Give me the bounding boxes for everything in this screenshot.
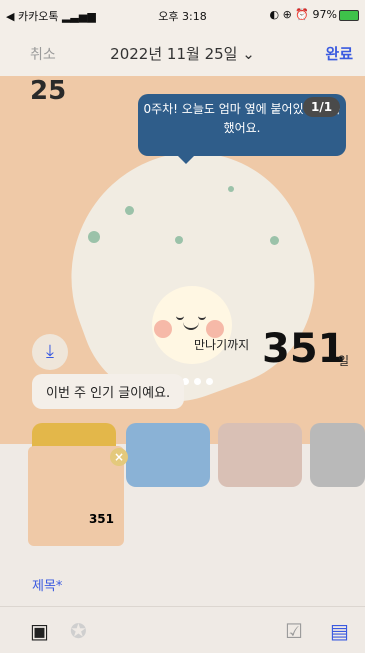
battery-icon bbox=[339, 9, 359, 21]
remove-attachment-button[interactable]: × bbox=[110, 448, 128, 466]
attached-image-preview[interactable]: 351 bbox=[28, 446, 124, 546]
cheek bbox=[154, 320, 172, 338]
page-indicator: 1/1 bbox=[303, 97, 341, 117]
download-icon: ⤓ bbox=[46, 341, 54, 362]
popular-thumbnail[interactable] bbox=[126, 423, 210, 487]
days-unit: 일 bbox=[338, 354, 350, 368]
dot bbox=[206, 378, 213, 385]
mouth bbox=[183, 322, 199, 330]
decor-dot bbox=[125, 206, 134, 215]
document-icon[interactable]: ▤ bbox=[330, 619, 349, 643]
decor-dot bbox=[228, 186, 234, 192]
gallery-icon[interactable]: ▣ bbox=[30, 619, 49, 643]
download-button[interactable]: ⤓ bbox=[32, 334, 68, 370]
dot bbox=[194, 378, 201, 385]
diary-card: 25 0주차! 오늘도 엄마 옆에 붙어있어 행복했어요. 1/1 ⤓ 만나기까… bbox=[0, 76, 365, 487]
meet-label: 만나기까지 bbox=[194, 338, 250, 352]
decor-dot bbox=[175, 236, 183, 244]
top-nav: 취소 2022년 11월 25일 ⌄ 완료 bbox=[0, 30, 365, 77]
date-picker[interactable]: 2022년 11월 25일 ⌄ bbox=[0, 43, 365, 64]
status-bar: ◀ 카카오톡 ▂▃▅▆ 오후 3:18 ◐ ⊕ ⏰ 97% bbox=[0, 0, 365, 30]
popular-thumbnail[interactable] bbox=[310, 423, 365, 487]
preview-number: 351 bbox=[88, 512, 114, 526]
popular-tooltip: 이번 주 인기 글이예요. bbox=[32, 374, 185, 409]
days-counter: 25 bbox=[30, 76, 67, 106]
title-label: 제목* bbox=[32, 579, 63, 594]
chevron-down-icon: ⌄ bbox=[242, 45, 255, 63]
palette-icon[interactable]: ✪ bbox=[70, 619, 87, 643]
date-label: 2022년 11월 25일 bbox=[110, 45, 238, 63]
popular-thumbnail[interactable] bbox=[218, 423, 302, 487]
calendar-check-icon[interactable]: ☑ bbox=[285, 619, 303, 643]
days-remaining: 351 bbox=[262, 326, 346, 372]
done-button[interactable]: 완료 bbox=[325, 43, 353, 64]
decor-dot bbox=[270, 236, 279, 245]
bottom-toolbar: ▣ ✪ ☑ ▤ bbox=[0, 606, 365, 653]
decor-dot bbox=[88, 231, 100, 243]
eye bbox=[198, 314, 206, 320]
status-icons: ◐ ⊕ ⏰ 97% bbox=[270, 8, 359, 21]
eye bbox=[176, 314, 184, 320]
